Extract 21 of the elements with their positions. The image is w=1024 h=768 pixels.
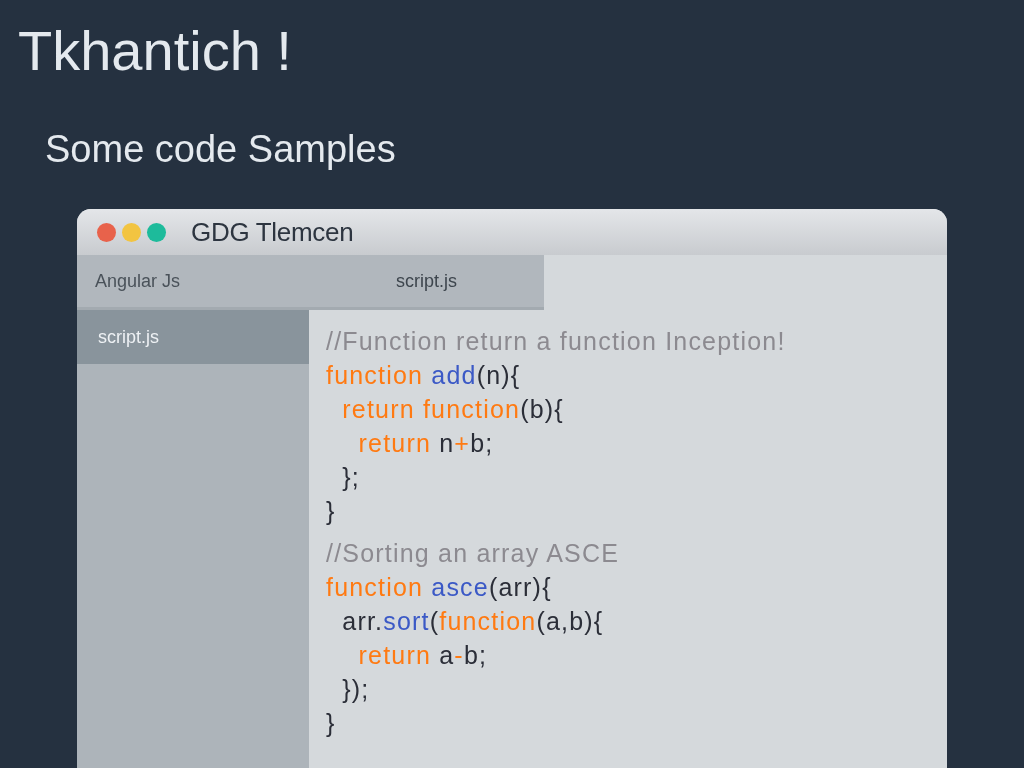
code-line: return function(b){: [342, 394, 564, 424]
code-line: arr.sort(function(a,b){: [342, 606, 604, 636]
slide-subtitle: Some code Samples: [45, 130, 396, 168]
code-line: //Function return a function Inception!: [326, 326, 786, 356]
code-line: };: [342, 462, 360, 492]
code-line: function add(n){: [326, 360, 521, 390]
window-dot-icon[interactable]: [147, 222, 166, 242]
file-tab[interactable]: script.js: [309, 255, 544, 310]
code-line: return n+b;: [358, 428, 494, 458]
slide-title: Tkhantich !: [18, 23, 292, 79]
code-line: }: [326, 496, 336, 526]
project-name: Angular Js: [95, 270, 181, 292]
window-dot-icon[interactable]: [97, 222, 116, 242]
file-item[interactable]: script.js: [77, 310, 309, 364]
code-line: //Sorting an array ASCE: [326, 538, 619, 568]
window-dot-icon[interactable]: [122, 222, 141, 242]
code-line: });: [342, 674, 370, 704]
code-line: }: [326, 708, 336, 738]
window-title: GDG Tlemcen: [191, 216, 354, 248]
code-line: return a-b;: [358, 640, 488, 670]
code-line: function asce(arr){: [326, 572, 552, 602]
